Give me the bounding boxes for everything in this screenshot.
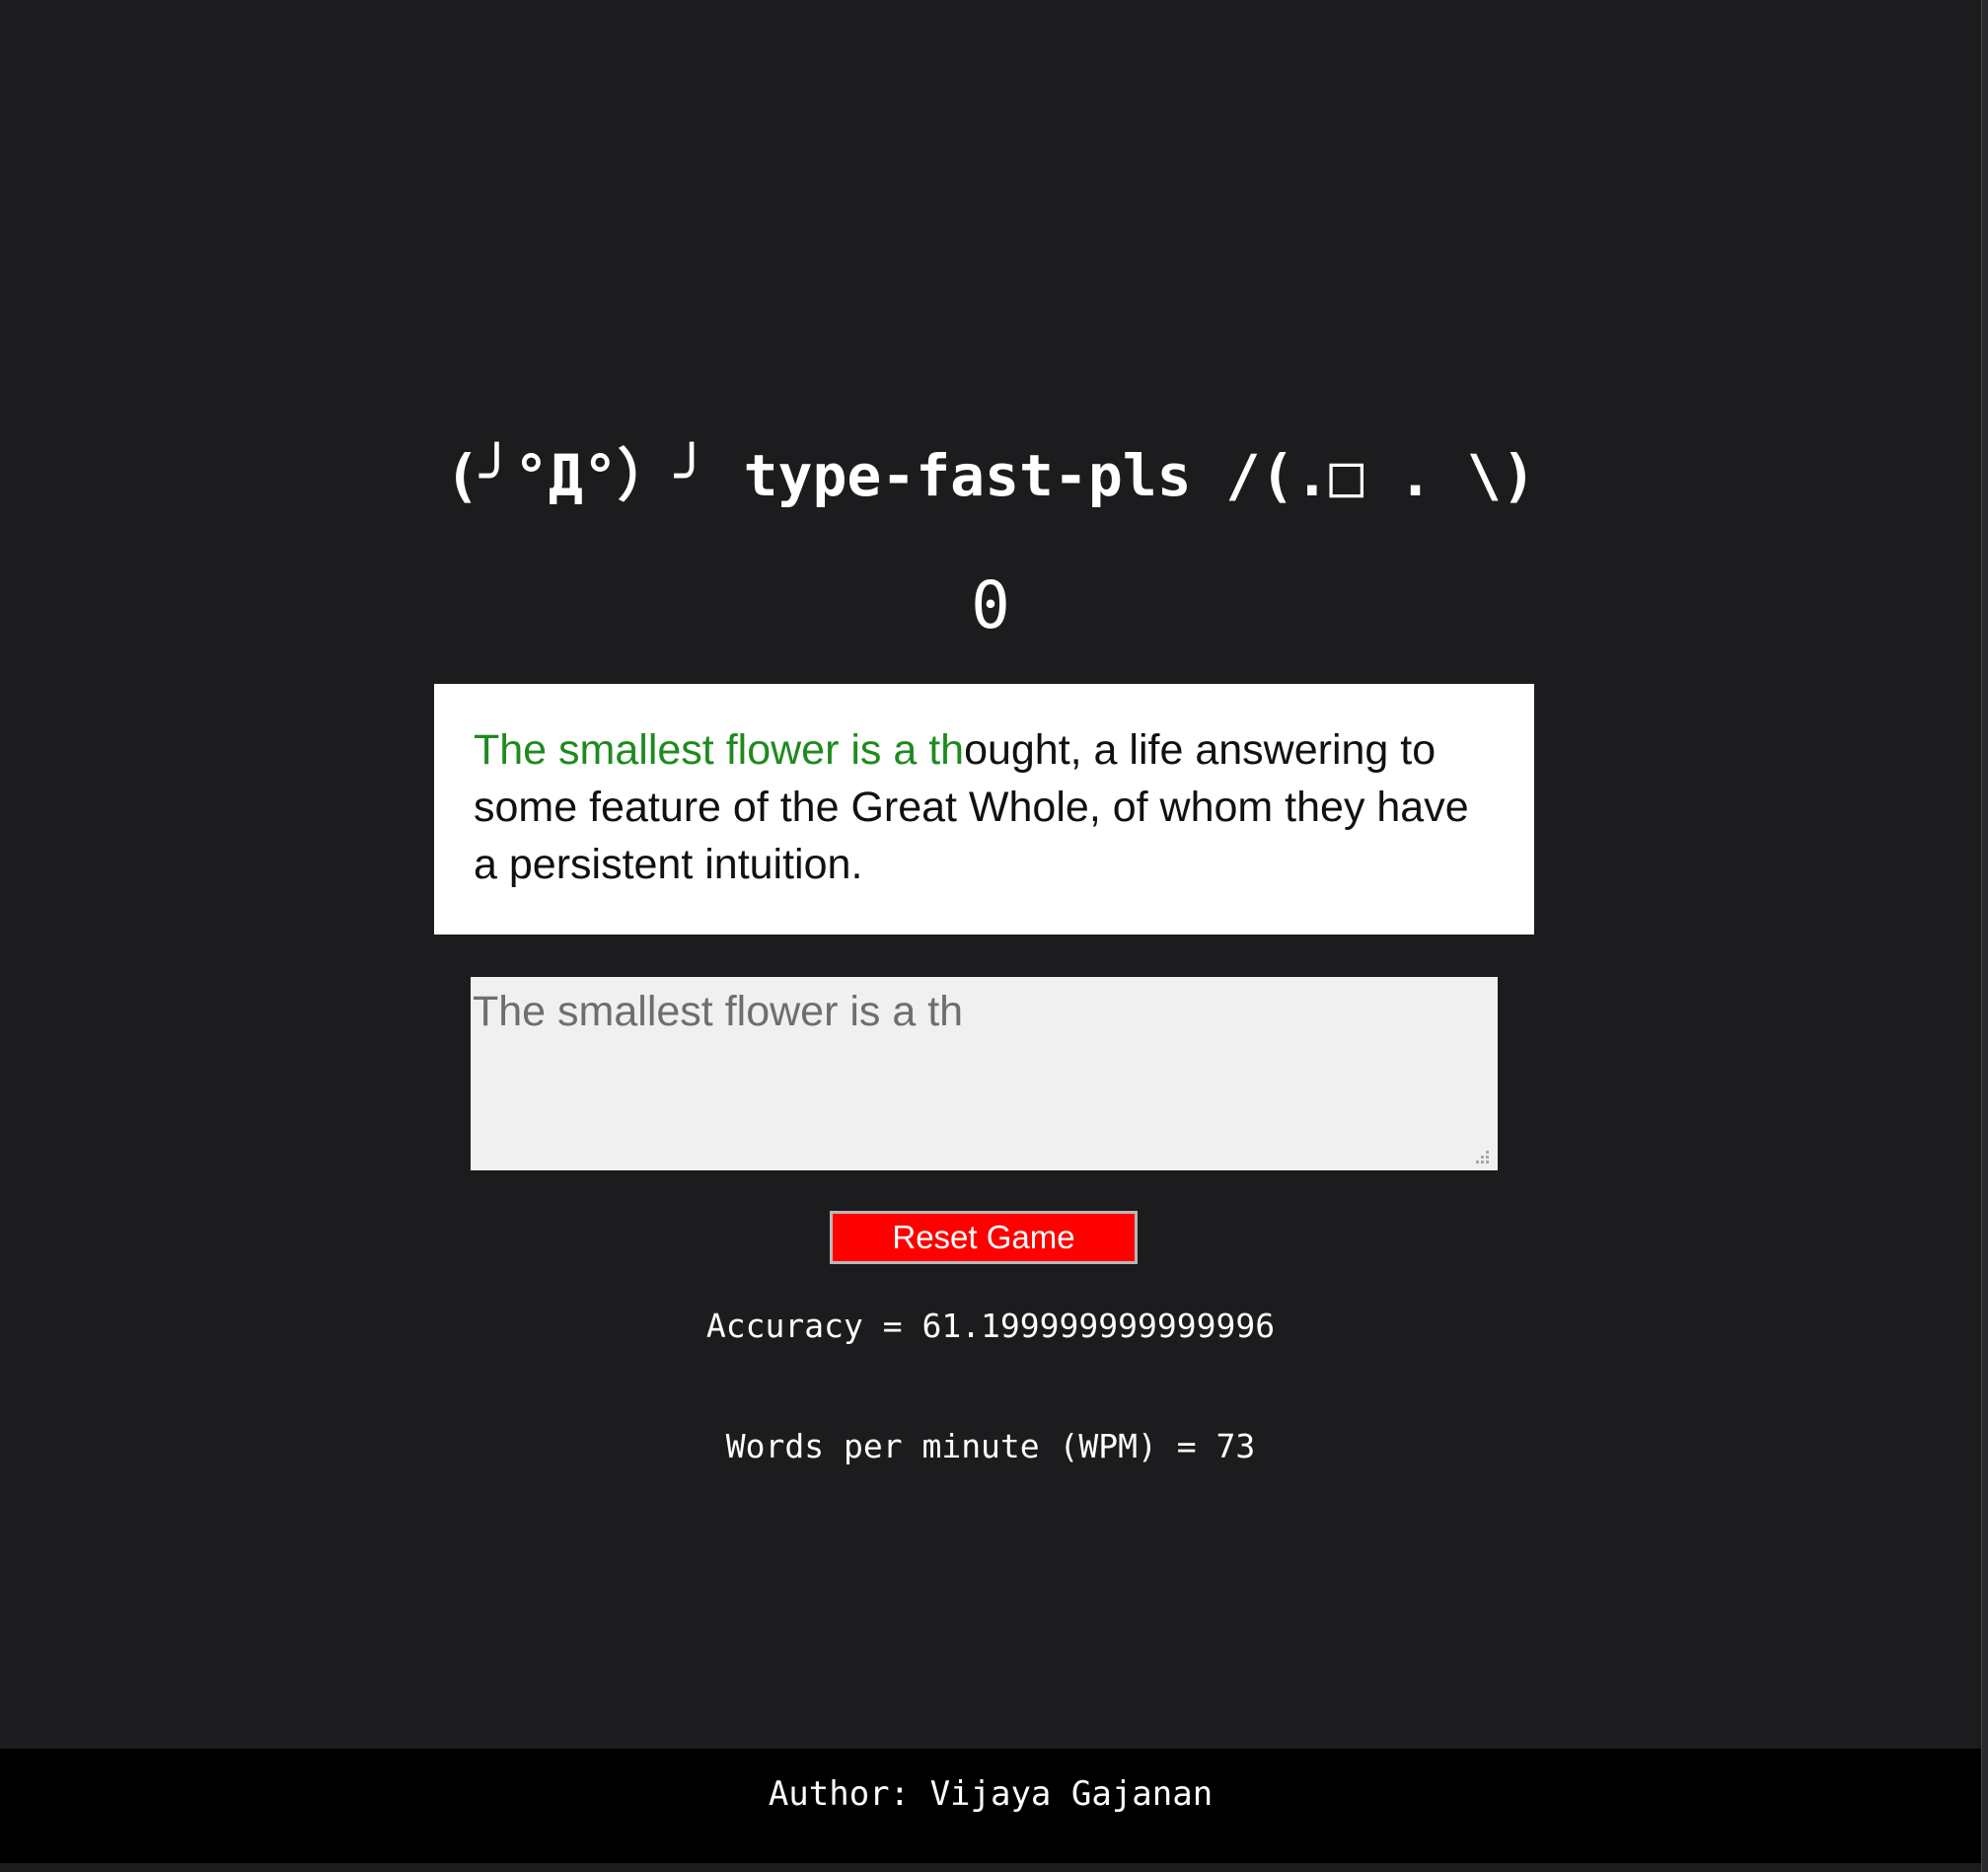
typing-input[interactable]: The smallest flower is a th bbox=[471, 977, 1498, 1170]
page-title: (╯°Д°）╯ type-fast-pls /(.□ . \) bbox=[445, 442, 1536, 509]
quote-box: The smallest flower is a thought, a life… bbox=[434, 684, 1534, 935]
scrollbar[interactable] bbox=[1981, 0, 1988, 1872]
quote-typed-correct: The smallest flower is a th bbox=[474, 726, 965, 774]
timer-display: 0 bbox=[971, 567, 1010, 643]
app-container: (╯°Д°）╯ type-fast-pls /(.□ . \) 0 The sm… bbox=[0, 0, 1981, 1749]
wpm-readout: Words per minute (WPM) = 73 bbox=[725, 1427, 1256, 1465]
resize-grip-icon[interactable] bbox=[1470, 1147, 1490, 1166]
accuracy-readout: Accuracy = 61.199999999999996 bbox=[705, 1307, 1276, 1345]
reset-game-button[interactable]: Reset Game bbox=[830, 1211, 1138, 1264]
footer-author: Author: Vijaya Gajanan bbox=[0, 1749, 1981, 1863]
